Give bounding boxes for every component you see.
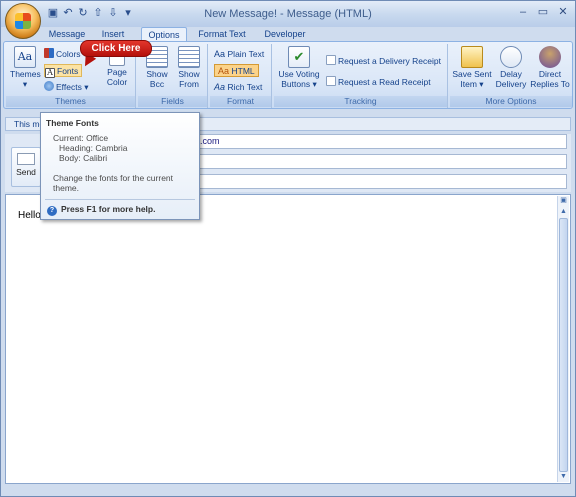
tooltip-title: Theme Fonts: [46, 118, 99, 128]
read-receipt-checkbox[interactable]: Request a Read Receipt: [326, 76, 431, 89]
title-bar: ▣ ↶ ↻ ⇧ ⇩ ▾ New Message! - Message (HTML…: [1, 1, 575, 27]
office-button[interactable]: [5, 3, 41, 39]
fonts-label: Fonts: [57, 66, 79, 76]
maximize-icon[interactable]: ▭: [535, 6, 551, 20]
rich-text-icon: Aa: [214, 82, 228, 92]
direct-replies-label: Direct Replies To: [530, 69, 570, 89]
tracking-group-label: Tracking: [274, 96, 447, 107]
effects-icon: [44, 81, 54, 91]
show-from-button[interactable]: Show From: [174, 46, 204, 89]
direct-replies-button[interactable]: Direct Replies To: [530, 46, 570, 89]
html-button[interactable]: Aa HTML: [214, 64, 259, 77]
tooltip-heading-font: Heading: Cambria: [59, 143, 128, 153]
ruler-toggle-icon[interactable]: ▣: [558, 196, 569, 206]
tab-options[interactable]: Options: [141, 27, 187, 41]
themes-label: Themes: [10, 69, 41, 79]
fields-group-label: Fields: [138, 96, 207, 107]
scroll-thumb[interactable]: [559, 218, 568, 472]
effects-button[interactable]: Effects ▾: [44, 81, 88, 94]
window-title: New Message! - Message (HTML): [204, 8, 372, 20]
fonts-button[interactable]: A Fonts: [44, 64, 83, 78]
colors-label: Colors: [56, 49, 81, 59]
show-from-label: Show From: [178, 69, 200, 89]
tooltip-current: Current: Office: [53, 133, 109, 143]
read-receipt-label: Request a Read Receipt: [338, 77, 431, 87]
format-group: Aa Plain Text Aa HTML Aa Rich Text Forma…: [210, 44, 272, 108]
tooltip-help: ? Press F1 for more help.: [47, 204, 155, 216]
html-icon: Aa: [218, 66, 232, 76]
send-envelope-icon: [17, 153, 35, 165]
to-field[interactable]: .com: [195, 134, 567, 149]
page-color-label: Page Color: [106, 67, 128, 87]
minimize-icon[interactable]: –: [515, 6, 531, 20]
tooltip-body-font: Body: Calibri: [59, 153, 108, 163]
checkbox-icon: [326, 76, 336, 86]
themes-button[interactable]: Aa Themes ▾: [10, 46, 41, 89]
delay-delivery-button[interactable]: Delay Delivery: [494, 46, 528, 89]
tooltip-description: Change the fonts for the current theme.: [53, 173, 174, 193]
close-icon[interactable]: ✕: [555, 6, 571, 20]
subject-field[interactable]: [195, 174, 567, 189]
tab-insert[interactable]: Insert: [93, 27, 133, 41]
cc-field[interactable]: [195, 154, 567, 169]
checkbox-icon: [326, 55, 336, 65]
html-label: HTML: [231, 66, 255, 76]
effects-label: Effects: [56, 82, 82, 92]
message-body[interactable]: Hello! ▣ ▲ ▼: [5, 194, 571, 484]
colors-icon: [44, 48, 54, 58]
colors-button[interactable]: Colors: [44, 48, 81, 61]
rich-text-label: Rich Text: [227, 82, 263, 92]
outlook-message-window: ▣ ↶ ↻ ⇧ ⇩ ▾ New Message! - Message (HTML…: [0, 0, 576, 497]
direct-replies-icon: [539, 46, 561, 68]
help-icon: ?: [47, 206, 57, 216]
tooltip-help-text: Press F1 for more help.: [61, 204, 156, 214]
delay-delivery-label: Delay Delivery: [495, 69, 527, 89]
save-sent-item-icon: [461, 46, 483, 68]
more-options-group: Save Sent Item ▾ Delay Delivery Direct R…: [450, 44, 572, 108]
tab-message[interactable]: Message: [45, 27, 89, 41]
plain-text-icon: Aa: [214, 49, 228, 59]
delivery-receipt-label: Request a Delivery Receipt: [338, 56, 441, 66]
fonts-icon: A: [45, 68, 55, 78]
theme-fonts-tooltip: Theme Fonts Current: Office Heading: Cam…: [40, 112, 200, 220]
more-options-group-label: More Options: [450, 96, 572, 107]
rich-text-button[interactable]: Aa Rich Text: [214, 81, 262, 94]
dropdown-arrow-icon: ▾: [22, 79, 28, 89]
use-voting-buttons-button[interactable]: ✔ Use Voting Buttons ▾: [276, 46, 322, 89]
themes-icon: Aa: [14, 46, 36, 68]
plain-text-button[interactable]: Aa Plain Text: [214, 48, 264, 61]
use-voting-buttons-label: Use Voting Buttons: [278, 69, 320, 89]
send-button[interactable]: Send: [11, 147, 41, 187]
scroll-down-icon[interactable]: ▼: [558, 472, 569, 482]
show-bcc-label: Show Bcc: [146, 69, 168, 89]
plain-text-label: Plain Text: [227, 49, 265, 59]
vertical-scrollbar[interactable]: ▣ ▲ ▼: [557, 196, 569, 482]
show-from-icon: [178, 46, 200, 68]
voting-buttons-icon: ✔: [288, 46, 310, 68]
tracking-group: ✔ Use Voting Buttons ▾ Request a Deliver…: [274, 44, 448, 108]
delivery-receipt-checkbox[interactable]: Request a Delivery Receipt: [326, 55, 441, 68]
tab-format-text[interactable]: Format Text: [195, 27, 249, 41]
save-sent-item-label: Save Sent Item: [452, 69, 492, 89]
delay-delivery-icon: [500, 46, 522, 68]
save-sent-item-button[interactable]: Save Sent Item ▾: [452, 46, 492, 89]
format-group-label: Format: [210, 96, 271, 107]
ribbon-tabs: Message Insert Options Format Text Devel…: [1, 27, 575, 41]
themes-group-label: Themes: [6, 96, 135, 107]
window-controls: – ▭ ✕: [515, 6, 571, 20]
tooltip-divider: [45, 199, 195, 200]
click-here-callout: Click Here: [80, 40, 152, 57]
scroll-up-icon[interactable]: ▲: [558, 207, 569, 217]
send-label: Send: [16, 167, 36, 177]
tab-developer[interactable]: Developer: [259, 27, 311, 41]
